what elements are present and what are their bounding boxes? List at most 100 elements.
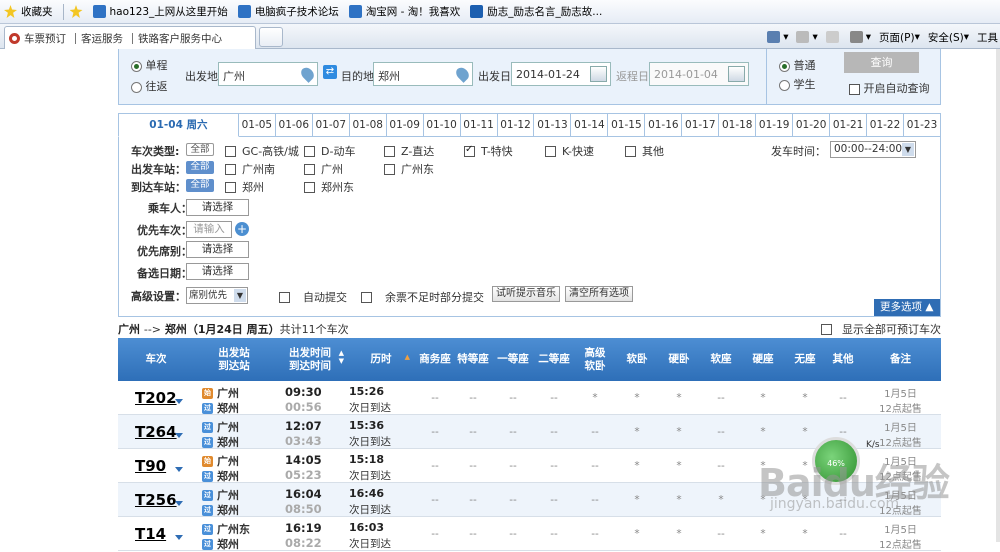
train-type-option[interactable]: 其他 — [625, 143, 664, 159]
return-date-input[interactable]: 2014-01-04 — [649, 62, 749, 86]
test-music-button[interactable]: 试听提示音乐 — [492, 286, 560, 302]
date-tab[interactable]: 01-22 — [867, 113, 905, 137]
auto-submit-option[interactable]: 自动提交 — [279, 289, 347, 305]
to-input[interactable]: 郑州 — [373, 62, 473, 86]
favorite-link-taobao[interactable]: 淘宝网 - 淘！我喜欢 — [348, 4, 460, 19]
depart-date-input[interactable]: 2014-01-24 — [511, 62, 611, 86]
date-tab[interactable]: 01-21 — [830, 113, 868, 137]
date-tab[interactable]: 01-15 — [608, 113, 646, 137]
to-station-option[interactable]: 郑州 — [225, 179, 264, 195]
radio-icon[interactable] — [131, 60, 142, 72]
checkbox-icon[interactable] — [225, 181, 236, 193]
expand-arrow-icon[interactable] — [175, 433, 183, 438]
from-station-option[interactable]: 广州东 — [384, 161, 434, 177]
date-tab[interactable]: 01-18 — [719, 113, 757, 137]
student-ticket-option[interactable]: 学生 — [779, 76, 816, 92]
feeds-button[interactable]: ▾ — [796, 31, 818, 43]
column-header[interactable]: 历时 ▲ — [346, 338, 416, 381]
date-tab[interactable]: 01-06 — [275, 113, 313, 137]
expand-arrow-icon[interactable] — [175, 535, 183, 540]
date-tab[interactable]: 01-05 — [238, 113, 276, 137]
checkbox-icon[interactable] — [304, 163, 315, 175]
scrollbar[interactable] — [996, 49, 1000, 542]
tools-menu[interactable]: 工具 — [977, 30, 998, 45]
from-station-option[interactable]: 广州 — [304, 161, 343, 177]
favorites-button[interactable]: 收藏夹 — [4, 4, 53, 19]
date-tab[interactable]: 01-16 — [645, 113, 683, 137]
preferred-train-input[interactable]: 请输入 — [186, 221, 232, 238]
print-button[interactable]: ▾ — [849, 31, 871, 43]
checkbox-icon[interactable] — [820, 323, 832, 335]
checkbox-icon[interactable] — [464, 144, 475, 157]
add-icon[interactable]: + — [235, 222, 249, 236]
train-number-link[interactable]: T90 — [135, 457, 166, 475]
to-station-all-button[interactable]: 全部 — [186, 179, 214, 192]
date-tab[interactable]: 01-13 — [534, 113, 572, 137]
checkbox-icon[interactable] — [384, 145, 395, 157]
round-trip-option[interactable]: 往返 — [131, 78, 168, 94]
checkbox-icon[interactable] — [225, 145, 236, 157]
train-type-option[interactable]: D-动车 — [304, 143, 355, 159]
checkbox-icon[interactable] — [545, 145, 556, 157]
train-type-option[interactable]: K-快速 — [545, 143, 594, 159]
depart-time-select[interactable]: 00:00--24:00 ▼ — [830, 141, 916, 158]
expand-arrow-icon[interactable] — [175, 399, 183, 404]
train-type-all-button[interactable]: 全部 — [186, 143, 214, 156]
from-input[interactable]: 广州 — [218, 62, 318, 86]
checkbox-icon[interactable] — [304, 145, 315, 157]
one-way-option[interactable]: 单程 — [131, 57, 168, 73]
date-tab[interactable]: 01-23 — [904, 113, 941, 137]
favorites-add-icon[interactable] — [69, 5, 83, 18]
date-tab[interactable]: 01-17 — [682, 113, 720, 137]
date-tab[interactable]: 01-08 — [349, 113, 387, 137]
swap-icon[interactable]: ⇄ — [323, 65, 337, 79]
favorite-link-hao123[interactable]: hao123_上网从这里开始 — [92, 4, 228, 19]
alternate-date-select[interactable]: 请选择 — [186, 263, 249, 280]
mail-button[interactable] — [825, 31, 842, 43]
expand-arrow-icon[interactable] — [175, 467, 183, 472]
more-options-button[interactable]: 更多选项 ▲ — [874, 299, 940, 316]
train-type-option[interactable]: Z-直达 — [384, 143, 434, 159]
favorite-link-forum[interactable]: 电脑疯子技术论坛 — [237, 4, 339, 19]
new-tab-button[interactable] — [259, 27, 283, 47]
query-button[interactable]: 查询 — [844, 52, 919, 73]
show-all-option[interactable]: 显示全部可预订车次 — [820, 321, 941, 337]
radio-icon[interactable] — [131, 81, 142, 93]
date-tab-active[interactable]: 01-04 周六 — [118, 113, 239, 137]
sort-icon[interactable]: ▲ ▼ — [339, 349, 344, 365]
clear-all-button[interactable]: 清空所有选项 — [565, 286, 633, 302]
browser-tab-active[interactable]: 车票预订 客运服务 铁路客户服务中心 — [4, 26, 256, 49]
date-tab[interactable]: 01-09 — [386, 113, 424, 137]
checkbox-icon[interactable] — [849, 83, 860, 95]
home-button[interactable]: ▾ — [767, 31, 788, 43]
date-tab[interactable]: 01-07 — [312, 113, 350, 137]
checkbox-icon[interactable] — [279, 291, 290, 303]
date-tab[interactable]: 01-12 — [497, 113, 535, 137]
checkbox-icon[interactable] — [384, 163, 395, 175]
auto-query-option[interactable]: 开启自动查询 — [849, 80, 930, 96]
checkbox-icon[interactable] — [361, 291, 372, 303]
page-menu[interactable]: 页面(P) ▾ — [879, 30, 920, 45]
date-tab[interactable]: 01-20 — [793, 113, 831, 137]
train-number-link[interactable]: T202 — [135, 389, 177, 407]
train-type-option[interactable]: GC-高铁/城 — [225, 143, 299, 159]
sort-icon[interactable]: ▲ — [405, 353, 410, 361]
date-tab[interactable]: 01-14 — [571, 113, 609, 137]
calendar-icon[interactable] — [728, 66, 745, 82]
radio-icon[interactable] — [779, 60, 790, 72]
date-tab[interactable]: 01-11 — [460, 113, 498, 137]
train-number-link[interactable]: T256 — [135, 491, 177, 509]
checkbox-icon[interactable] — [625, 145, 636, 157]
expand-arrow-icon[interactable] — [175, 501, 183, 506]
train-number-link[interactable]: T264 — [135, 423, 177, 441]
to-station-option[interactable]: 郑州东 — [304, 179, 354, 195]
partial-submit-option[interactable]: 余票不足时部分提交 — [361, 289, 484, 305]
checkbox-icon[interactable] — [225, 163, 236, 175]
train-type-option[interactable]: T-特快 — [464, 143, 513, 159]
from-station-option[interactable]: 广州南 — [225, 161, 275, 177]
advanced-settings-select[interactable]: 席别优先 ▼ — [186, 287, 248, 304]
from-station-all-button[interactable]: 全部 — [186, 161, 214, 174]
train-number-link[interactable]: T14 — [135, 525, 166, 543]
preferred-seat-select[interactable]: 请选择 — [186, 241, 249, 258]
passenger-select[interactable]: 请选择 — [186, 199, 249, 216]
